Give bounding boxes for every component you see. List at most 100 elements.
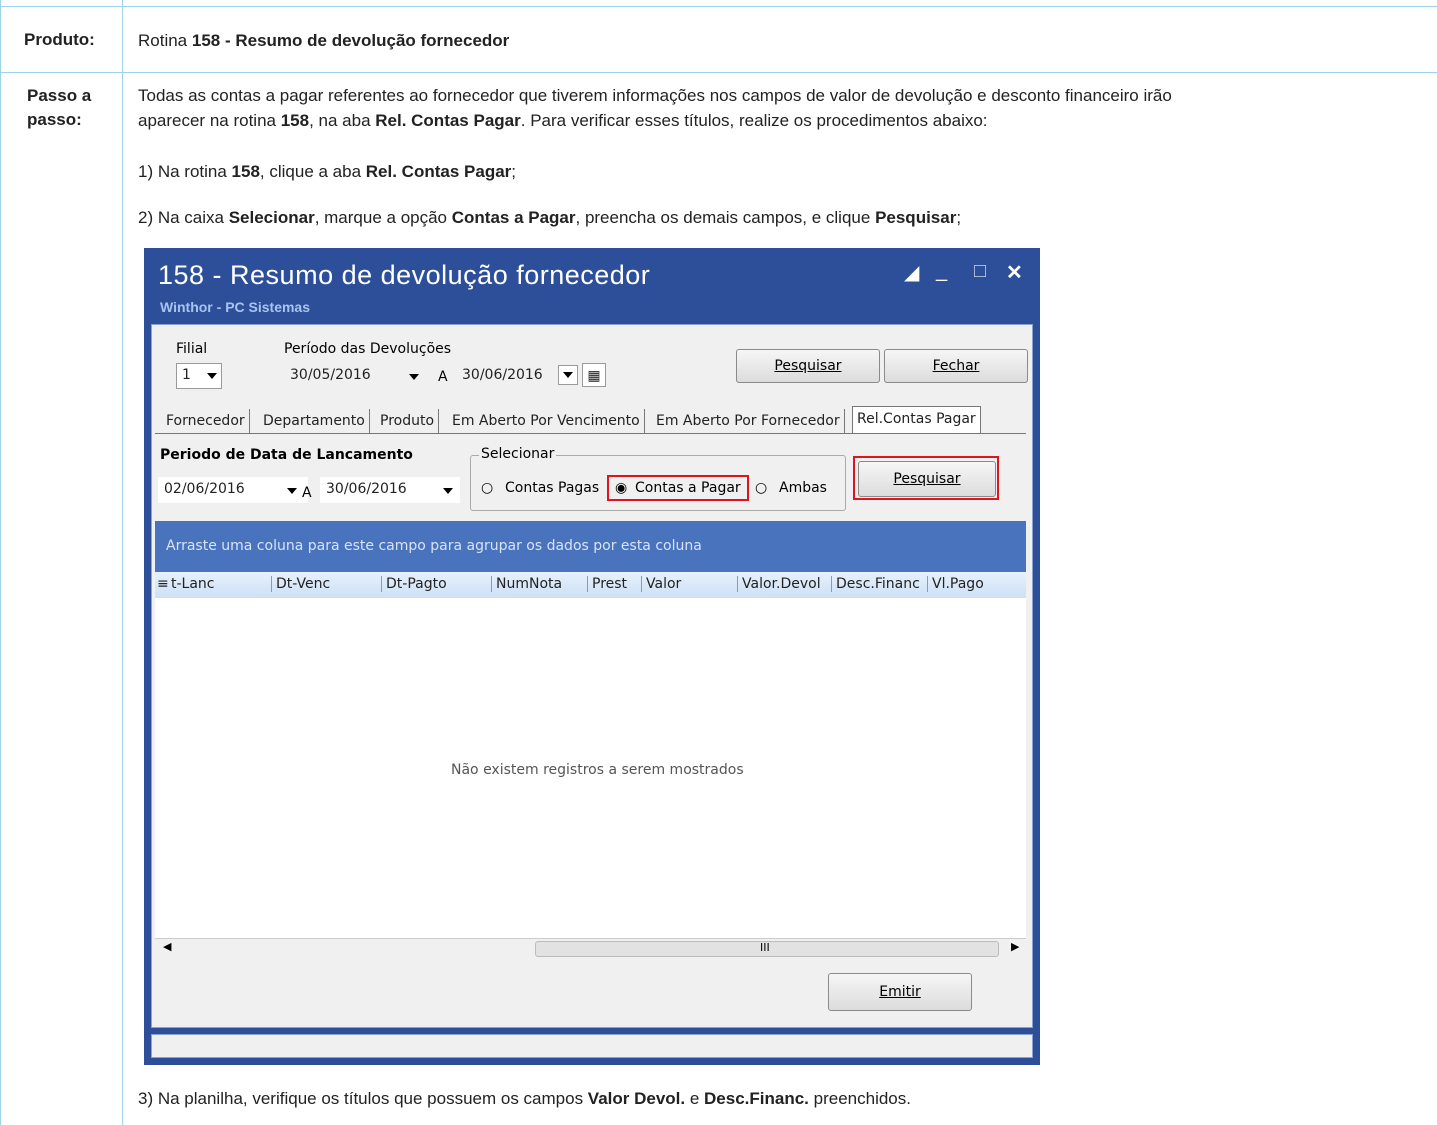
tab-departamento[interactable]: Departamento: [259, 409, 370, 433]
passo-label-1: Passo a: [27, 86, 92, 105]
text-run: , preencha os demais campos, e clique: [575, 208, 876, 227]
produto-name: 158 - Resumo de devolução fornecedor: [191, 31, 510, 50]
periodo-to-value: 30/06/2016: [462, 367, 543, 383]
pesquisar-top-button[interactable]: Pesquisar: [736, 349, 880, 383]
text-run: . Para verificar esses títulos, realize …: [520, 111, 988, 130]
column-options-icon[interactable]: ≡: [157, 576, 169, 592]
highlight-contas-a-pagar: [607, 475, 749, 501]
window-title: 158 - Resumo de devolução fornecedor: [158, 260, 651, 290]
table-border-left: [0, 0, 1, 1125]
radio-ambas-label[interactable]: Ambas: [779, 480, 827, 496]
selecionar-label: Selecionar: [479, 446, 557, 462]
chevron-down-icon: [409, 374, 419, 380]
step-1: 1) Na rotina 158, clique a aba Rel. Cont…: [138, 159, 516, 184]
chevron-down-icon: [563, 372, 573, 378]
status-bar: [151, 1034, 1033, 1058]
empty-message: Não existem registros a serem mostrados: [451, 762, 744, 778]
radio-ambas-icon[interactable]: ○: [755, 480, 767, 496]
filial-value: 1: [182, 367, 191, 383]
chevron-down-icon: [443, 488, 453, 494]
intro-line-1: Todas as contas a pagar referentes ao fo…: [138, 86, 1172, 105]
column-header[interactable]: Valor: [641, 576, 681, 592]
text-run: ;: [511, 162, 517, 181]
app-window: 158 - Resumo de devolução fornecedor Win…: [144, 248, 1040, 1065]
tab-divider: [155, 433, 1026, 434]
column-header[interactable]: Valor.Devol: [737, 576, 821, 592]
column-header-row: ≡ t-Lanc Dt-Venc Dt-Pagto NumNota Prest …: [155, 572, 1026, 599]
text-run: Pesquisar: [875, 208, 957, 227]
scroll-thumb[interactable]: III: [535, 941, 999, 957]
periodo-to-date[interactable]: 30/06/2016: [456, 363, 558, 389]
text-run: 2) Na caixa: [138, 208, 229, 227]
filial-select[interactable]: 1: [176, 363, 222, 389]
column-header[interactable]: Dt-Venc: [271, 576, 330, 592]
text-run: , marque a opção: [314, 208, 452, 227]
highlight-pesquisar: [853, 456, 999, 500]
periodo-sep: A: [438, 369, 448, 385]
restore-icon[interactable]: ◢: [904, 260, 919, 285]
table-border-col: [122, 0, 123, 1125]
horizontal-scrollbar[interactable]: ◀ III ▶: [155, 938, 1026, 958]
calendar-icon[interactable]: ▦: [582, 363, 606, 387]
periodo-to-dropdown[interactable]: [558, 365, 578, 385]
column-header[interactable]: Vl.Pago: [927, 576, 984, 592]
intro-line-2: aparecer na rotina 158, na aba Rel. Cont…: [138, 108, 988, 133]
text-run: , na aba: [309, 111, 376, 130]
text-run: 158: [231, 162, 260, 181]
text-run: Rel. Contas Pagar: [365, 162, 512, 181]
scroll-right-icon[interactable]: ▶: [1011, 940, 1019, 953]
tab-em-aberto-fornecedor[interactable]: Em Aberto Por Fornecedor: [652, 409, 845, 433]
window-subtitle: Winthor - PC Sistemas: [160, 299, 311, 315]
text-run: , clique a aba: [259, 162, 366, 181]
text-run: aparecer na rotina: [138, 111, 281, 130]
tab-em-aberto-vencimento[interactable]: Em Aberto Por Vencimento: [448, 409, 645, 433]
filial-label: Filial: [176, 341, 208, 357]
passo-label-2: passo:: [27, 110, 82, 129]
group-hint: Arraste uma coluna para este campo para …: [166, 538, 702, 554]
column-header[interactable]: NumNota: [491, 576, 562, 592]
column-header[interactable]: t-Lanc: [171, 576, 215, 592]
text-run: 158: [280, 111, 310, 130]
lanc-to-value: 30/06/2016: [326, 481, 407, 497]
grid-body[interactable]: Não existem registros a serem mostrados: [155, 598, 1026, 938]
column-header[interactable]: Desc.Financ: [831, 576, 920, 592]
close-icon[interactable]: ✕: [1006, 260, 1023, 285]
table-border-top: [0, 6, 1437, 7]
maximize-icon[interactable]: □: [974, 260, 986, 283]
scroll-grip: III: [760, 941, 770, 954]
step-3: 3) Na planilha, verifique os títulos que…: [138, 1086, 911, 1111]
periodo-from-date[interactable]: 30/05/2016: [284, 363, 434, 389]
lanc-from-date[interactable]: 02/06/2016: [158, 477, 308, 503]
step-2: 2) Na caixa Selecionar, marque a opção C…: [138, 205, 961, 230]
radio-contas-pagas-label[interactable]: Contas Pagas: [505, 480, 599, 496]
lanc-sep: A: [302, 485, 312, 501]
produto-value: Rotina 158 - Resumo de devolução fornece…: [138, 28, 509, 53]
tab-produto[interactable]: Produto: [376, 409, 440, 433]
chevron-down-icon: [207, 373, 217, 379]
column-header[interactable]: Prest: [587, 576, 627, 592]
lanc-from-value: 02/06/2016: [164, 481, 245, 497]
tab-fornecedor[interactable]: Fornecedor: [162, 409, 250, 433]
text-run: ;: [956, 208, 962, 227]
tab-rel-contas-pagar[interactable]: Rel.Contas Pagar: [852, 406, 981, 434]
produto-label: Produto:: [24, 30, 95, 49]
text-run: Contas a Pagar: [451, 208, 576, 227]
emitir-button[interactable]: Emitir: [828, 973, 972, 1011]
column-header[interactable]: Dt-Pagto: [381, 576, 447, 592]
text-run: preenchidos.: [808, 1089, 911, 1108]
lanc-to-date[interactable]: 30/06/2016: [320, 477, 460, 503]
chevron-down-icon: [287, 488, 297, 494]
produto-prefix: Rotina: [138, 31, 192, 50]
table-border-row: [0, 72, 1437, 73]
radio-contas-pagas-icon[interactable]: ○: [481, 480, 493, 496]
minimize-icon[interactable]: _: [936, 260, 947, 283]
text-run: e: [685, 1089, 705, 1108]
window-client: Filial 1 Período das Devoluções 30/05/20…: [151, 324, 1033, 1028]
text-run: Rel. Contas Pagar: [375, 111, 521, 130]
group-panel[interactable]: Arraste uma coluna para este campo para …: [155, 521, 1026, 572]
text-run: 3) Na planilha, verifique os títulos que…: [138, 1089, 588, 1108]
fechar-button[interactable]: Fechar: [884, 349, 1028, 383]
scroll-left-icon[interactable]: ◀: [163, 940, 171, 953]
periodo-from-value: 30/05/2016: [290, 367, 371, 383]
periodo-label: Período das Devoluções: [284, 341, 452, 357]
